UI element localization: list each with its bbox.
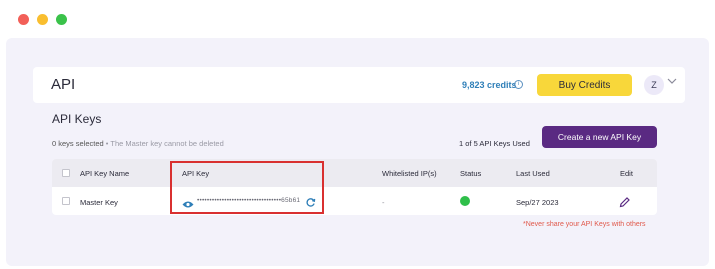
page-title: API <box>51 76 76 93</box>
column-header-whitelisted[interactable]: Whitelisted IP(s) <box>382 169 437 178</box>
master-key-note: • The Master key cannot be deleted <box>103 139 224 148</box>
keys-used-count: 1 of 5 API Keys Used <box>459 139 530 148</box>
window-titlebar <box>0 0 715 38</box>
info-icon[interactable]: i <box>514 80 523 89</box>
minimize-window-button[interactable] <box>37 14 48 25</box>
column-header-status[interactable]: Status <box>460 169 481 178</box>
chevron-down-icon[interactable] <box>667 77 677 88</box>
table-header: API Key Name API Key Whitelisted IP(s) S… <box>52 159 657 187</box>
row-checkbox[interactable] <box>62 197 70 205</box>
selection-status: 0 keys selected • The Master key cannot … <box>52 139 224 148</box>
pencil-icon[interactable] <box>619 195 630 213</box>
last-used-date: Sep/27 2023 <box>516 198 559 207</box>
selected-count: 0 keys selected <box>52 139 104 148</box>
credits-balance: 9,823 credits <box>462 80 517 90</box>
maximize-window-button[interactable] <box>56 14 67 25</box>
key-name: Master Key <box>80 198 118 207</box>
select-all-checkbox[interactable] <box>62 169 70 177</box>
buy-credits-button[interactable]: Buy Credits <box>537 74 632 96</box>
security-warning: *Never share your API Keys with others <box>523 221 646 228</box>
column-header-last-used[interactable]: Last Used <box>516 169 550 178</box>
api-keys-table: API Key Name API Key Whitelisted IP(s) S… <box>52 159 657 215</box>
close-window-button[interactable] <box>18 14 29 25</box>
section-title: API Keys <box>52 112 102 126</box>
column-header-name[interactable]: API Key Name <box>80 169 129 178</box>
create-api-key-button[interactable]: Create a new API Key <box>542 126 657 148</box>
api-header-card: API 9,823 credits i Buy Credits Z <box>33 67 685 103</box>
user-avatar[interactable]: Z <box>644 75 664 95</box>
whitelisted-ips: - <box>382 198 385 207</box>
status-indicator <box>460 196 470 206</box>
highlight-box <box>170 161 324 214</box>
column-header-edit: Edit <box>620 169 633 178</box>
